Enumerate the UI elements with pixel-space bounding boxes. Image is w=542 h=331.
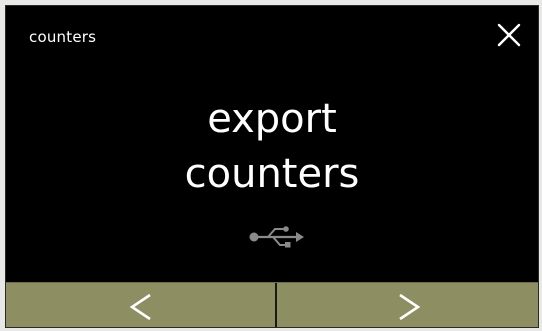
chevron-left-icon — [129, 293, 151, 320]
close-button[interactable] — [494, 20, 524, 50]
export-counters-label: export counters — [6, 92, 538, 202]
prev-button[interactable] — [6, 283, 276, 327]
chevron-right-icon — [398, 293, 420, 320]
usb-icon — [248, 224, 306, 250]
label-line-2: counters — [184, 151, 360, 197]
nav-bar — [6, 282, 538, 327]
label-line-1: export — [207, 96, 337, 142]
page-title: counters — [29, 28, 97, 46]
close-icon — [497, 23, 521, 47]
next-button[interactable] — [277, 283, 538, 327]
screen: counters export counters — [5, 5, 539, 328]
device-frame: counters export counters — [0, 0, 542, 331]
